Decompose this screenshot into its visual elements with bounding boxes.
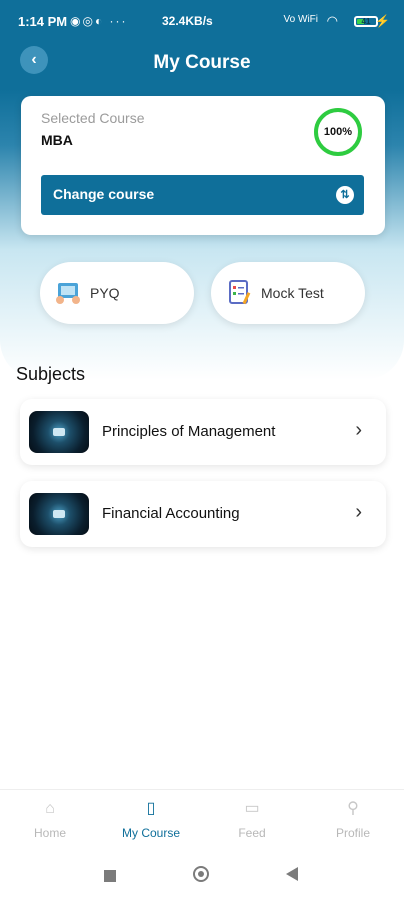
mock-test-label: Mock Test xyxy=(261,285,324,301)
home-system-button[interactable] xyxy=(193,866,209,882)
change-course-label: Change course xyxy=(53,186,155,202)
selected-course-card: Selected Course MBA 100% Change course ⇅ xyxy=(21,96,385,235)
wifi-icon: ◠ xyxy=(326,13,338,28)
nav-my-course-label: My Course xyxy=(121,826,180,840)
subject-thumbnail xyxy=(29,411,89,453)
nav-home[interactable]: ⌂ Home xyxy=(0,798,100,840)
thumbnail-graphic xyxy=(53,428,65,436)
nav-feed-label: Feed xyxy=(238,826,266,840)
course-label: Selected Course xyxy=(41,110,145,126)
nav-profile[interactable]: ⚲ Profile xyxy=(303,798,403,840)
thumbnail-graphic xyxy=(53,510,65,518)
course-name: MBA xyxy=(41,132,73,148)
back-system-button[interactable] xyxy=(286,867,298,881)
progress-text: 100% xyxy=(323,126,353,138)
nav-feed[interactable]: ▭ Feed xyxy=(202,798,302,840)
subject-item[interactable]: Principles of Management › xyxy=(20,399,386,465)
recents-button[interactable] xyxy=(104,870,116,882)
system-navigation-bar xyxy=(0,853,404,900)
bottom-navigation: ⌂ Home ▯ My Course ▭ Feed ⚲ Profile xyxy=(0,789,404,854)
status-time: 1:14 PM xyxy=(18,14,68,29)
chevron-right-icon: › xyxy=(355,419,362,441)
swap-icon: ⇅ xyxy=(336,186,354,204)
subject-title: Financial Accounting xyxy=(102,505,240,522)
pyq-button[interactable]: PYQ xyxy=(40,262,194,324)
change-course-button[interactable]: Change course ⇅ xyxy=(41,175,364,215)
progress-ring: 100% xyxy=(312,106,364,158)
subject-title: Principles of Management xyxy=(102,423,276,440)
subject-thumbnail xyxy=(29,493,89,535)
subjects-heading: Subjects xyxy=(16,364,86,384)
notification-icons: ◉◎◐ ··· xyxy=(70,14,128,28)
home-system-dot xyxy=(198,871,204,877)
status-bar: 1:14 PM ◉◎◐ ··· 32.4KB/s Vo WiFi ◠ 41 ⚡ xyxy=(0,0,404,46)
battery-level: 41 xyxy=(361,17,371,26)
charging-icon: ⚡ xyxy=(375,14,390,28)
page-title: My Course xyxy=(153,52,251,73)
network-speed: 32.4KB/s xyxy=(162,14,213,28)
pyq-label: PYQ xyxy=(90,285,120,301)
network-label: Vo WiFi xyxy=(283,14,318,25)
profile-icon: ⚲ xyxy=(347,800,359,817)
nav-home-label: Home xyxy=(33,826,66,840)
nav-my-course[interactable]: ▯ My Course xyxy=(101,798,201,840)
subject-item[interactable]: Financial Accounting › xyxy=(20,481,386,547)
home-icon: ⌂ xyxy=(45,800,55,817)
mock-test-icon xyxy=(229,280,251,305)
pyq-icon xyxy=(56,283,80,304)
nav-profile-label: Profile xyxy=(335,826,370,840)
chevron-right-icon: › xyxy=(355,501,362,523)
feed-icon: ▭ xyxy=(244,800,260,817)
mock-test-button[interactable]: Mock Test xyxy=(211,262,365,324)
book-icon: ▯ xyxy=(146,800,156,817)
